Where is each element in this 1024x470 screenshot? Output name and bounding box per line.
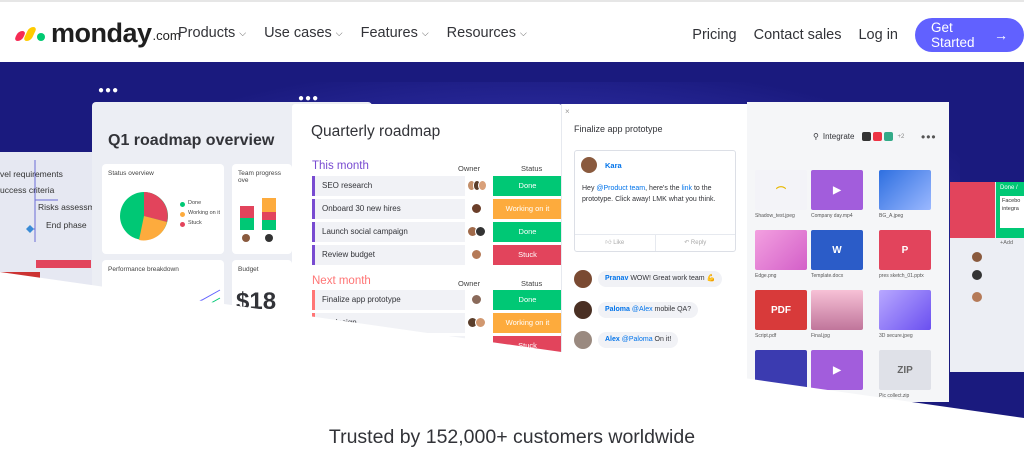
trusted-by-heading: Trusted by 152,000+ customers worldwide [328,426,696,448]
hero-diagonal-cut [0,272,1024,470]
page: monday .com Products ⌵ Use cases ⌵ Feature… [0,0,1024,470]
